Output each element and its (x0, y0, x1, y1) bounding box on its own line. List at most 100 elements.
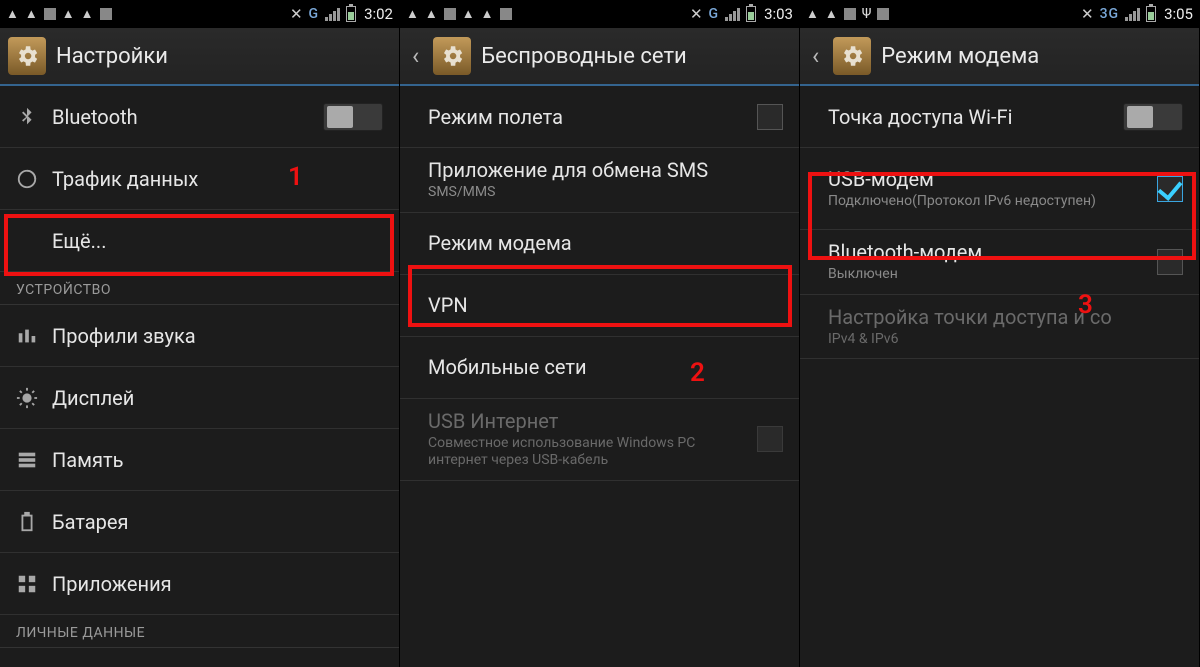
signal-icon (325, 8, 340, 21)
notification-icon (444, 8, 456, 20)
row-subtitle: Подключено(Протокол IPv6 недоступен) (828, 193, 1157, 211)
usb-icon: Ψ (862, 6, 872, 22)
warning-icon: ▲ (81, 6, 94, 22)
screen-wireless: ▲ ▲ ▲ ▲ ✕ G 3:03 ‹ Беспроводные сети Реж… (400, 0, 800, 667)
storage-icon (16, 449, 52, 471)
notification-icon (100, 8, 112, 20)
bluetooth-icon (16, 106, 52, 128)
warning-icon: ▲ (6, 6, 19, 22)
bluetooth-modem-checkbox[interactable] (1157, 249, 1183, 275)
row-bluetooth[interactable]: Bluetooth (0, 86, 399, 148)
audio-icon (16, 325, 52, 347)
row-storage[interactable]: Память (0, 429, 399, 491)
row-title: Bluetooth (52, 105, 323, 129)
row-title: Память (52, 448, 383, 472)
row-title: Профили звука (52, 324, 383, 348)
display-icon (16, 387, 52, 409)
vibrate-icon: ✕ (1081, 5, 1094, 23)
network-type: G (309, 6, 320, 22)
app-header: Настройки (0, 28, 399, 86)
usb-modem-checkbox[interactable] (1157, 176, 1183, 202)
back-button[interactable]: ‹ (408, 42, 423, 70)
row-usb-internet: USB Интернет Совместное использование Wi… (400, 399, 799, 481)
row-title: Bluetooth-модем (828, 240, 1157, 264)
row-audio-profiles[interactable]: Профили звука (0, 305, 399, 367)
section-header-device: УСТРОЙСТВО (0, 272, 399, 305)
row-tethering[interactable]: Режим модема (400, 213, 799, 275)
row-battery[interactable]: Батарея (0, 491, 399, 553)
row-title: Ещё... (52, 229, 383, 253)
warning-icon: ▲ (825, 6, 838, 22)
warning-icon: ▲ (481, 6, 494, 22)
warning-icon: ▲ (406, 6, 419, 22)
row-mobile-networks[interactable]: Мобильные сети (400, 337, 799, 399)
settings-gear-icon (833, 37, 871, 75)
row-title: Приложения (52, 572, 383, 596)
wireless-list[interactable]: Режим полета Приложение для обмена SMS S… (400, 86, 799, 667)
row-data-usage[interactable]: Трафик данных (0, 148, 399, 210)
row-title: USB-модем (828, 167, 1157, 191)
battery-icon (16, 511, 52, 533)
row-title: USB Интернет (428, 409, 757, 433)
battery-icon (1146, 6, 1156, 22)
page-title: Режим модема (881, 44, 1039, 69)
page-title: Настройки (56, 44, 168, 69)
page-title: Беспроводные сети (481, 44, 687, 69)
row-more[interactable]: Ещё... (0, 210, 399, 272)
airplane-checkbox[interactable] (757, 104, 783, 130)
row-title: VPN (428, 293, 783, 317)
battery-icon (746, 6, 756, 22)
row-title: Режим полета (428, 105, 757, 129)
status-bar: ▲ ▲ Ψ ✕ 3G 3:05 (800, 0, 1199, 28)
row-subtitle: Совместное использование Windows PC инте… (428, 435, 757, 470)
screen-settings: ▲ ▲ ▲ ▲ ✕ G 3:02 Настройки Bluetooth Тра (0, 0, 400, 667)
network-type: 3G (1100, 6, 1120, 22)
app-header: ‹ Беспроводные сети (400, 28, 799, 86)
vibrate-icon: ✕ (290, 5, 303, 23)
section-header-personal: ЛИЧНЫЕ ДАННЫЕ (0, 615, 399, 648)
row-hotspot-settings: Настройка точки доступа и со IPv4 & IPv6 (800, 295, 1199, 360)
row-subtitle: Выключен (828, 266, 1157, 284)
data-usage-icon (16, 168, 52, 190)
row-bluetooth-modem[interactable]: Bluetooth-модем Выключен (800, 230, 1199, 295)
row-title: Настройка точки доступа и со (828, 305, 1183, 329)
screen-tethering: ▲ ▲ Ψ ✕ 3G 3:05 ‹ Режим модема Точка дос… (800, 0, 1200, 667)
app-header: ‹ Режим модема (800, 28, 1199, 86)
signal-icon (725, 8, 740, 21)
notification-icon (500, 8, 512, 20)
battery-icon (346, 6, 356, 22)
network-type: G (709, 6, 720, 22)
warning-icon: ▲ (62, 6, 75, 22)
row-wifi-hotspot[interactable]: Точка доступа Wi-Fi (800, 86, 1199, 148)
clock: 3:05 (1164, 5, 1193, 23)
notification-icon (844, 8, 856, 20)
row-title: Батарея (52, 510, 383, 534)
row-airplane-mode[interactable]: Режим полета (400, 86, 799, 148)
back-button[interactable]: ‹ (808, 42, 823, 70)
row-apps[interactable]: Приложения (0, 553, 399, 615)
row-sms-app[interactable]: Приложение для обмена SMS SMS/MMS (400, 148, 799, 213)
row-title: Мобильные сети (428, 355, 783, 379)
tethering-list[interactable]: Точка доступа Wi-Fi USB-модем Подключено… (800, 86, 1199, 667)
apps-icon (16, 573, 52, 595)
notification-icon (877, 8, 889, 20)
row-usb-modem[interactable]: USB-модем Подключено(Протокол IPv6 недос… (800, 148, 1199, 230)
row-title: Точка доступа Wi-Fi (828, 105, 1123, 129)
hotspot-toggle[interactable] (1123, 103, 1183, 131)
status-bar: ▲ ▲ ▲ ▲ ✕ G 3:02 (0, 0, 399, 28)
clock: 3:03 (764, 5, 793, 23)
row-display[interactable]: Дисплей (0, 367, 399, 429)
row-subtitle: IPv4 & IPv6 (828, 331, 1183, 349)
settings-gear-icon (433, 37, 471, 75)
settings-list[interactable]: Bluetooth Трафик данных Ещё... УСТРОЙСТВ… (0, 86, 399, 667)
notification-icon (44, 8, 56, 20)
row-title: Режим модема (428, 231, 783, 255)
row-subtitle: SMS/MMS (428, 184, 783, 202)
usb-internet-checkbox (757, 426, 783, 452)
bluetooth-toggle[interactable] (323, 103, 383, 131)
vibrate-icon: ✕ (690, 5, 703, 23)
row-vpn[interactable]: VPN (400, 275, 799, 337)
settings-gear-icon (8, 37, 46, 75)
signal-icon (1125, 8, 1140, 21)
warning-icon: ▲ (25, 6, 38, 22)
